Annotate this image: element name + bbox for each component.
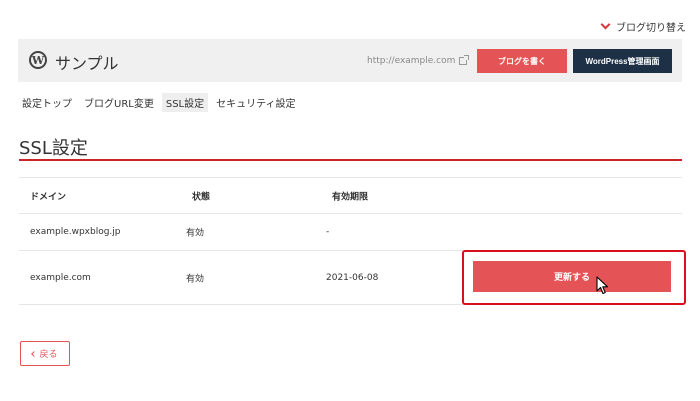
- blog-switch-link[interactable]: ブログ切り替え: [600, 19, 686, 34]
- back-button-label: 戻る: [39, 350, 58, 360]
- row-status: 有効: [186, 274, 205, 284]
- blog-switch-label: ブログ切り替え: [616, 23, 686, 34]
- external-link-icon: [459, 55, 470, 65]
- row-status: 有効: [186, 228, 205, 239]
- title-divider: [19, 159, 682, 161]
- mouse-cursor-icon: [596, 276, 609, 295]
- site-name: サンプル: [55, 54, 119, 73]
- page-title: SSL設定: [19, 138, 88, 159]
- wordpress-logo-icon: W: [29, 51, 47, 69]
- header-status: 状態: [192, 192, 211, 202]
- tab-blog-url-change[interactable]: ブログURL変更: [80, 93, 158, 112]
- tab-ssl-settings[interactable]: SSL設定: [161, 93, 209, 112]
- row-expiry: 2021-06-08: [326, 272, 379, 283]
- site-url-text: http://example.com: [367, 56, 456, 66]
- write-blog-button[interactable]: ブログを書く: [477, 49, 567, 73]
- header-expiry: 有効期限: [332, 192, 369, 202]
- chevron-down-icon: [600, 19, 611, 30]
- back-button[interactable]: 戻る: [20, 341, 70, 366]
- tab-security-settings[interactable]: セキュリティ設定: [212, 93, 299, 112]
- renew-button[interactable]: 更新する: [473, 261, 671, 292]
- row-domain: example.com: [30, 272, 91, 283]
- site-header: W サンプル http://example.com ブログを書く WordPre…: [18, 39, 682, 82]
- table-row: example.wpxblog.jp 有効 -: [19, 214, 682, 251]
- chevron-left-icon: [31, 350, 38, 357]
- settings-tabs: 設定トップ ブログURL変更 SSL設定 セキュリティ設定: [18, 93, 300, 112]
- tab-settings-top[interactable]: 設定トップ: [18, 93, 76, 112]
- row-domain: example.wpxblog.jp: [30, 227, 121, 237]
- site-url-link[interactable]: http://example.com: [367, 55, 470, 66]
- header-domain: ドメイン: [30, 192, 67, 202]
- table-header-row: ドメイン 状態 有効期限: [19, 177, 682, 214]
- wordpress-admin-button[interactable]: WordPress管理画面: [573, 49, 672, 73]
- row-expiry: -: [326, 227, 330, 237]
